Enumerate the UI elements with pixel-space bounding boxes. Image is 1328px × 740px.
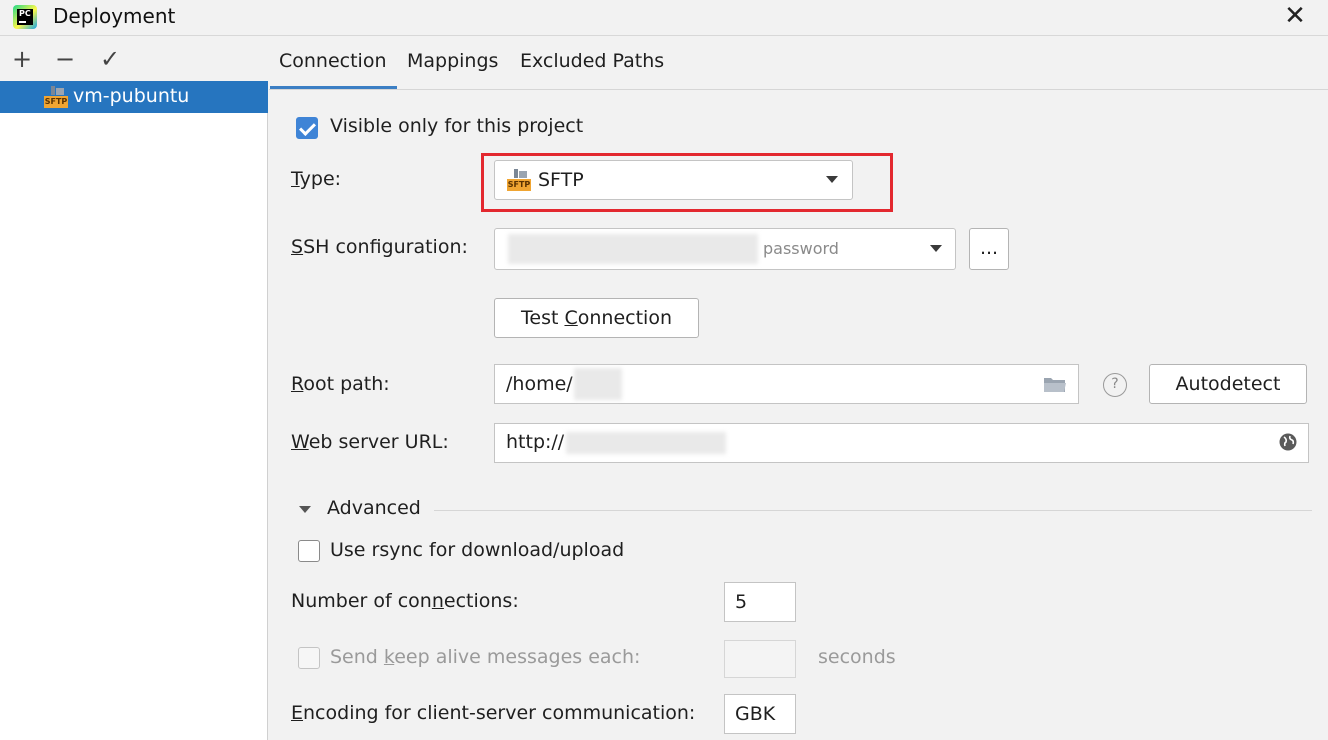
- keep-alive-checkbox[interactable]: [298, 647, 320, 669]
- encoding-value: GBK: [735, 703, 776, 725]
- root-path-value: /home/: [506, 373, 573, 395]
- help-icon[interactable]: ?: [1103, 373, 1127, 397]
- visible-only-checkbox[interactable]: [296, 117, 318, 139]
- server-list-panel: [0, 37, 268, 740]
- advanced-section-title[interactable]: Advanced: [327, 497, 421, 519]
- encoding-label: Encoding for client-server communication…: [291, 702, 696, 724]
- type-label: Type:: [291, 168, 342, 190]
- connections-value: 5: [735, 591, 748, 613]
- advanced-divider: [434, 510, 1312, 511]
- tab-divider: [269, 89, 1328, 90]
- keep-alive-label: Send keep alive messages each:: [330, 646, 641, 668]
- server-item-label: vm-pubuntu: [73, 85, 190, 107]
- redacted-url: [566, 432, 726, 454]
- ssh-config-auth-suffix: password: [763, 239, 839, 258]
- expand-toggle-icon[interactable]: [299, 506, 311, 513]
- redacted-host: [508, 234, 758, 264]
- tab-mappings[interactable]: Mappings: [407, 50, 498, 72]
- test-connection-button[interactable]: Test Connection: [494, 298, 699, 338]
- keep-alive-field[interactable]: [724, 640, 796, 678]
- root-path-label: Root path:: [291, 373, 390, 395]
- globe-icon[interactable]: [1278, 432, 1298, 452]
- window-title: Deployment: [53, 4, 176, 28]
- tab-connection[interactable]: Connection: [279, 50, 387, 72]
- ssh-config-browse-button[interactable]: ...: [969, 228, 1009, 270]
- visible-only-label: Visible only for this project: [330, 115, 584, 137]
- redacted-path: [574, 368, 622, 400]
- apply-check-button[interactable]: ✓: [97, 44, 123, 74]
- title-bar: [0, 0, 1328, 36]
- tab-excluded-paths[interactable]: Excluded Paths: [520, 50, 664, 72]
- remove-server-button[interactable]: −: [52, 44, 78, 74]
- ssh-config-label: SSH configuration:: [291, 236, 468, 258]
- folder-icon[interactable]: [1043, 374, 1067, 394]
- add-server-button[interactable]: +: [9, 44, 35, 74]
- server-list-toolbar: [0, 37, 268, 81]
- autodetect-button[interactable]: Autodetect: [1149, 364, 1307, 404]
- web-server-url-value: http://: [506, 431, 565, 453]
- close-icon[interactable]: ✕: [1280, 1, 1310, 31]
- keep-alive-unit: seconds: [818, 646, 896, 668]
- highlight-box: [481, 153, 893, 212]
- use-rsync-checkbox[interactable]: [298, 540, 320, 562]
- web-server-url-label: Web server URL:: [291, 431, 449, 453]
- use-rsync-label: Use rsync for download/upload: [330, 539, 625, 561]
- chevron-down-icon: [930, 245, 942, 252]
- connections-label: Number of connections:: [291, 590, 519, 612]
- sftp-icon: SFTP: [44, 86, 68, 108]
- pycharm-logo-icon: PC: [13, 5, 37, 29]
